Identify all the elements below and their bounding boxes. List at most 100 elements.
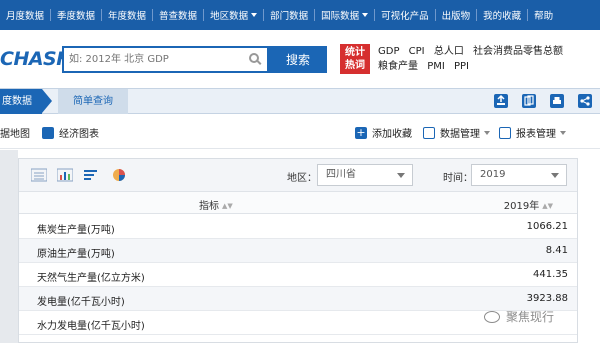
chevron-down-icon <box>362 13 369 17</box>
region-select[interactable]: 四川省 <box>317 164 413 186</box>
tool-bar: 据地图 经济图表 + 添加收藏 数据管理 报表管理 <box>0 115 600 149</box>
hot-word-links: GDP CPI 总人口 社会消费品零售总额 粮食产量 PMI PPI <box>378 44 598 74</box>
year-column-label: 2019年 <box>503 201 540 212</box>
copy-icon[interactable] <box>522 94 536 108</box>
nav-department[interactable]: 部门数据 <box>264 8 314 22</box>
site-header: CHASHU 搜索 统计 热词 GDP CPI 总人口 社会消费品零售总额 粮食… <box>0 30 600 88</box>
report-management-label: 报表管理 <box>516 129 556 140</box>
hot-link-population[interactable]: 总人口 <box>434 46 464 57</box>
pie-chart-icon[interactable] <box>111 168 127 182</box>
data-map-label: 据地图 <box>0 129 30 140</box>
hot-link-cpi[interactable]: CPI <box>409 46 425 57</box>
search-icon[interactable] <box>249 53 259 63</box>
time-select[interactable]: 2019 <box>471 164 567 186</box>
nav-help[interactable]: 帮助 <box>528 8 559 22</box>
row-value: 3923.88 <box>526 293 568 304</box>
hot-words-badge: 统计 热词 <box>340 44 370 74</box>
nav-visual-products[interactable]: 可视化产品 <box>375 8 435 22</box>
search-button[interactable]: 搜索 <box>269 46 327 73</box>
chevron-down-icon <box>251 13 258 17</box>
share-icon[interactable] <box>578 94 592 108</box>
nav-visual-products-label: 可视化产品 <box>381 11 429 22</box>
nav-annual[interactable]: 年度数据 <box>102 8 152 22</box>
tab-actions <box>494 94 592 108</box>
nav-annual-label: 年度数据 <box>108 11 147 22</box>
bar-chart-icon[interactable] <box>56 168 74 182</box>
nav-publications[interactable]: 出版物 <box>436 8 477 22</box>
nav-international[interactable]: 国际数据 <box>315 8 374 22</box>
chevron-down-icon <box>551 173 559 178</box>
sort-icon: ▲▼ <box>542 202 553 210</box>
nav-my-favorites-label: 我的收藏 <box>483 11 522 22</box>
table-row[interactable]: 天然气生产量(亿立方米) 441.35 <box>19 263 577 287</box>
row-indicator: 焦炭生产量(万吨) <box>37 225 115 236</box>
row-indicator: 发电量(亿千瓦小时) <box>37 297 125 308</box>
top-navigation: 月度数据 季度数据 年度数据 普查数据 地区数据 部门数据 国际数据 可视化产品… <box>0 0 600 30</box>
indicator-column-header[interactable]: 指标 ▲▼ <box>199 197 233 212</box>
data-management-menu[interactable]: 数据管理 <box>423 125 490 140</box>
nav-regional-label: 地区数据 <box>210 11 249 22</box>
table-icon <box>499 126 511 139</box>
add-favorite-button[interactable]: + 添加收藏 <box>355 125 412 140</box>
chevron-down-icon <box>560 130 566 135</box>
left-sidebar-strip <box>0 150 18 343</box>
year-column-header[interactable]: 2019年 ▲▼ <box>504 197 553 212</box>
plus-icon: + <box>355 125 367 139</box>
time-select-value: 2019 <box>480 169 506 180</box>
nav-regional[interactable]: 地区数据 <box>204 8 263 22</box>
time-label: 时间： <box>443 173 473 184</box>
hot-link-ppi[interactable]: PPI <box>454 61 469 72</box>
chevron-down-icon <box>484 130 490 135</box>
row-value: 441.35 <box>533 269 568 280</box>
horizontal-bar-icon[interactable] <box>83 168 99 182</box>
tab-bar: 度数据 简单查询 <box>0 88 600 114</box>
add-favorite-label: 添加收藏 <box>372 129 412 140</box>
data-map-link[interactable]: 据地图 <box>0 125 30 140</box>
hot-link-pmi[interactable]: PMI <box>427 61 445 72</box>
nav-department-label: 部门数据 <box>270 11 309 22</box>
table-row[interactable]: 焦炭生产量(万吨) 1066.21 <box>19 215 577 239</box>
hot-link-grain-output[interactable]: 粮食产量 <box>378 61 418 72</box>
watermark-text: 聚焦现行 <box>506 310 555 324</box>
nav-quarterly-label: 季度数据 <box>57 11 96 22</box>
row-value: 8.41 <box>545 245 568 256</box>
region-select-value: 四川省 <box>326 169 356 180</box>
economic-chart-label: 经济图表 <box>59 129 99 140</box>
economic-chart-link[interactable]: 经济图表 <box>42 125 99 140</box>
indicator-column-label: 指标 <box>199 201 219 212</box>
search-input[interactable] <box>64 48 239 71</box>
nav-monthly-label: 月度数据 <box>6 11 45 22</box>
export-icon[interactable] <box>494 94 508 108</box>
row-indicator: 天然气生产量(亿立方米) <box>37 273 145 284</box>
nav-my-favorites[interactable]: 我的收藏 <box>477 8 527 22</box>
tab-simple-query[interactable]: 简单查询 <box>58 89 128 114</box>
nav-census[interactable]: 普查数据 <box>153 8 203 22</box>
nav-monthly[interactable]: 月度数据 <box>0 8 50 22</box>
row-indicator: 水力发电量(亿千瓦小时) <box>37 321 145 332</box>
nav-publications-label: 出版物 <box>441 11 471 22</box>
tab-data[interactable]: 度数据 <box>0 89 52 114</box>
wechat-logo-icon <box>484 310 500 323</box>
search-box <box>62 46 269 73</box>
row-indicator: 原油生产量(万吨) <box>37 249 115 260</box>
chevron-down-icon <box>397 173 405 178</box>
hot-link-gdp[interactable]: GDP <box>378 46 399 57</box>
list-view-icon[interactable] <box>30 168 48 182</box>
nav-help-label: 帮助 <box>534 11 554 22</box>
grid-icon <box>423 126 435 139</box>
sort-icon: ▲▼ <box>222 202 233 210</box>
hot-link-retail-sales[interactable]: 社会消费品零售总额 <box>473 46 563 57</box>
report-management-menu[interactable]: 报表管理 <box>499 125 566 140</box>
row-value: 1066.21 <box>526 221 568 232</box>
watermark: 聚焦现行 <box>484 308 554 325</box>
table-header: 指标 ▲▼ 2019年 ▲▼ <box>19 192 577 214</box>
chart-icon <box>42 126 54 139</box>
print-icon[interactable] <box>550 94 564 108</box>
region-label: 地区： <box>287 173 317 184</box>
table-row[interactable]: 原油生产量(万吨) 8.41 <box>19 239 577 263</box>
nav-census-label: 普查数据 <box>159 11 198 22</box>
filter-bar: 地区： 四川省 时间： 2019 <box>19 159 577 192</box>
nav-quarterly[interactable]: 季度数据 <box>51 8 101 22</box>
data-management-label: 数据管理 <box>440 129 480 140</box>
nav-international-label: 国际数据 <box>321 11 360 22</box>
